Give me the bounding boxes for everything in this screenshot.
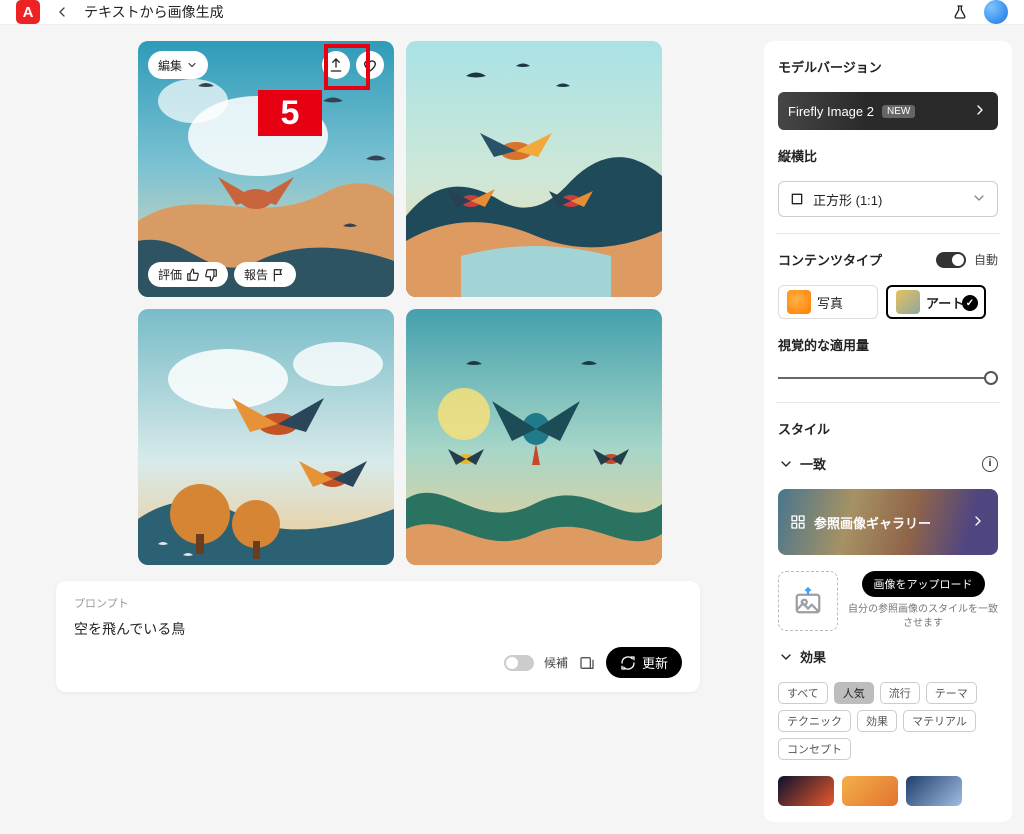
content-type-art[interactable]: アート — [886, 285, 986, 319]
chevron-right-icon — [972, 102, 988, 121]
adjust-icon[interactable] — [578, 654, 596, 672]
effect-tag[interactable]: マテリアル — [903, 710, 976, 732]
strength-slider[interactable] — [778, 370, 998, 386]
prompt-label: プロンプト — [74, 595, 682, 611]
prompt-input[interactable]: 空を飛んでいる鳥 — [74, 619, 682, 639]
photo-label: 写真 — [817, 293, 843, 312]
aspect-selector[interactable]: 正方形 (1:1) — [778, 181, 998, 217]
rate-button[interactable]: 評価 — [148, 262, 228, 287]
report-button[interactable]: 報告 — [234, 262, 296, 287]
adobe-logo-icon[interactable]: A — [16, 0, 40, 24]
gallery-label: 参照画像ギャラリー — [814, 513, 931, 532]
top-header: A テキストから画像生成 — [0, 0, 1024, 25]
settings-panel: モデルバージョン Firefly Image 2 NEW 縦横比 正方形 (1:… — [764, 41, 1012, 822]
effect-thumb[interactable] — [842, 776, 898, 806]
model-selector[interactable]: Firefly Image 2 NEW — [778, 92, 998, 130]
rate-label: 評価 — [158, 266, 182, 283]
chevron-down-icon — [971, 190, 987, 209]
model-version-title: モデルバージョン — [778, 57, 998, 76]
art-label: アート — [926, 293, 964, 312]
effect-title: 効果 — [800, 647, 826, 666]
generated-image-2[interactable] — [406, 41, 662, 297]
avatar[interactable] — [984, 0, 1008, 24]
effect-tags: すべて人気流行テーマテクニック効果マテリアルコンセプト — [778, 682, 998, 760]
photo-thumb-icon — [787, 290, 811, 314]
effect-tag[interactable]: 流行 — [880, 682, 920, 704]
aspect-value: 正方形 (1:1) — [813, 190, 882, 209]
flag-icon — [272, 268, 286, 282]
model-name: Firefly Image 2 — [788, 104, 874, 119]
labs-icon[interactable] — [948, 0, 972, 24]
effect-thumbs — [778, 776, 998, 806]
match-title: 一致 — [800, 454, 826, 473]
effect-thumb[interactable] — [778, 776, 834, 806]
thumbs-up-icon — [186, 268, 200, 282]
report-label: 報告 — [244, 266, 268, 283]
generated-image-1[interactable]: 編集 評価 — [138, 41, 394, 297]
edit-button[interactable]: 編集 — [148, 51, 208, 79]
effect-tag[interactable]: 効果 — [857, 710, 897, 732]
effect-tag[interactable]: コンセプト — [778, 738, 851, 760]
edit-label: 編集 — [158, 57, 182, 74]
back-button[interactable] — [52, 4, 72, 20]
chevron-down-icon — [778, 649, 794, 665]
match-section-toggle[interactable]: 一致 i — [778, 454, 998, 473]
auto-toggle[interactable] — [936, 252, 966, 268]
aspect-title: 縦横比 — [778, 146, 998, 165]
effect-tag[interactable]: テーマ — [926, 682, 977, 704]
upload-button[interactable]: 画像をアップロード — [862, 571, 985, 597]
prompt-bar: プロンプト 空を飛んでいる鳥 候補 更新 — [56, 581, 700, 692]
content-type-title: コンテンツタイプ — [778, 250, 882, 269]
reference-gallery[interactable]: 参照画像ギャラリー — [778, 489, 998, 555]
page-title: テキストから画像生成 — [84, 2, 224, 22]
info-icon[interactable]: i — [982, 456, 998, 472]
generated-image-4[interactable] — [406, 309, 662, 565]
new-badge: NEW — [882, 105, 915, 118]
favorite-button[interactable] — [356, 51, 384, 79]
upload-hint: 自分の参照画像のスタイルを一致させます — [848, 603, 998, 631]
strength-title: 視覚的な適用量 — [778, 335, 998, 354]
candidates-toggle[interactable] — [504, 655, 534, 671]
generate-label: 更新 — [642, 653, 668, 672]
chevron-right-icon — [970, 513, 986, 532]
effect-tag[interactable]: すべて — [778, 682, 828, 704]
square-icon — [789, 191, 805, 207]
chevron-down-icon — [778, 456, 794, 472]
generated-image-3[interactable] — [138, 309, 394, 565]
upload-dropzone[interactable] — [778, 571, 838, 631]
effect-thumb[interactable] — [906, 776, 962, 806]
art-thumb-icon — [896, 290, 920, 314]
style-title: スタイル — [778, 419, 998, 438]
candidates-label: 候補 — [544, 654, 568, 671]
generate-button[interactable]: 更新 — [606, 647, 682, 678]
effect-tag[interactable]: 人気 — [834, 682, 874, 704]
auto-label: 自動 — [974, 251, 998, 268]
heart-icon — [362, 57, 378, 73]
image-upload-icon — [793, 586, 823, 616]
refresh-icon — [620, 655, 636, 671]
share-icon — [328, 57, 344, 73]
thumbs-down-icon — [204, 268, 218, 282]
effect-tag[interactable]: テクニック — [778, 710, 851, 732]
share-button[interactable] — [322, 51, 350, 79]
image-grid: 編集 評価 — [56, 41, 744, 565]
grid-icon — [790, 514, 806, 530]
content-type-photo[interactable]: 写真 — [778, 285, 878, 319]
effect-section-toggle[interactable]: 効果 — [778, 647, 998, 666]
upload-label: 画像をアップロード — [874, 579, 973, 591]
